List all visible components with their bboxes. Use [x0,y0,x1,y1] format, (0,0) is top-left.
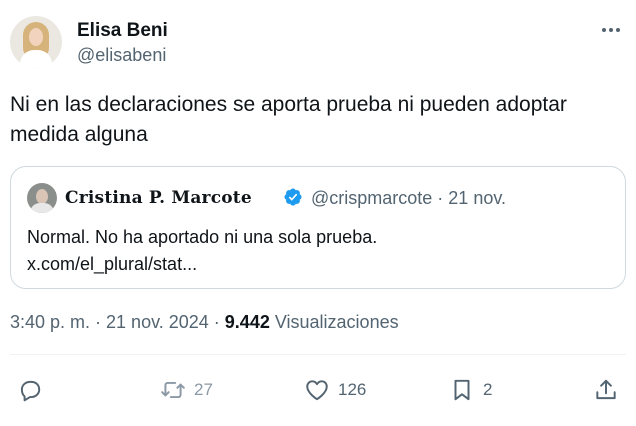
like-count: 126 [338,380,367,399]
quoted-author-avatar [27,183,57,213]
retweet-count: 27 [194,380,213,399]
views-label: Visualizaciones [269,312,399,332]
quoted-author-handle-date: @crispmarcote · 21 nov. [311,188,507,208]
reply-button[interactable] [17,370,43,410]
verified-badge-icon [284,188,302,206]
author-avatar[interactable] [10,16,62,68]
bookmark-icon [454,379,470,401]
bookmark-button[interactable]: 2 [449,370,492,410]
author-name[interactable]: Elisa Beni [77,20,168,42]
tweet-header: Elisa Beni @elisabeni [10,14,626,70]
retweet-icon [161,381,185,399]
reply-icon [20,380,41,402]
tweet-timestamp[interactable]: 3:40 p. m. · 21 nov. 2024 · [10,312,225,332]
action-bar: 27 126 2 [0,370,636,410]
like-button[interactable]: 126 [304,370,366,410]
quoted-text-line: Normal. No ha aportado ni una sola prueb… [27,227,378,247]
bookmark-count: 2 [483,380,493,399]
quoted-author-name: Cristina P. Marcote [65,188,252,208]
tweet-text: Ni en las declaraciones se aporta prueba… [10,90,622,150]
quoted-link[interactable]: x.com/el_plural/stat... [27,251,607,278]
divider [10,354,626,355]
more-options-icon[interactable] [600,22,622,38]
quoted-tweet-text: Normal. No ha aportado ni una sola prueb… [27,224,607,278]
heart-icon [306,380,328,401]
share-button[interactable] [593,370,619,410]
quoted-tweet[interactable]: Cristina P. Marcote @crispmarcote · 21 n… [10,166,626,289]
tweet-text-line: Ni en las declaraciones se aporta prueba… [10,93,567,116]
share-icon [596,379,616,400]
tweet-text-line: medida alguna [10,123,148,146]
tweet-meta: 3:40 p. m. · 21 nov. 2024 · 9.442 Visual… [10,312,399,333]
author-handle[interactable]: @elisabeni [77,45,166,66]
retweet-button[interactable]: 27 [160,370,213,410]
views-count: 9.442 [224,312,270,332]
